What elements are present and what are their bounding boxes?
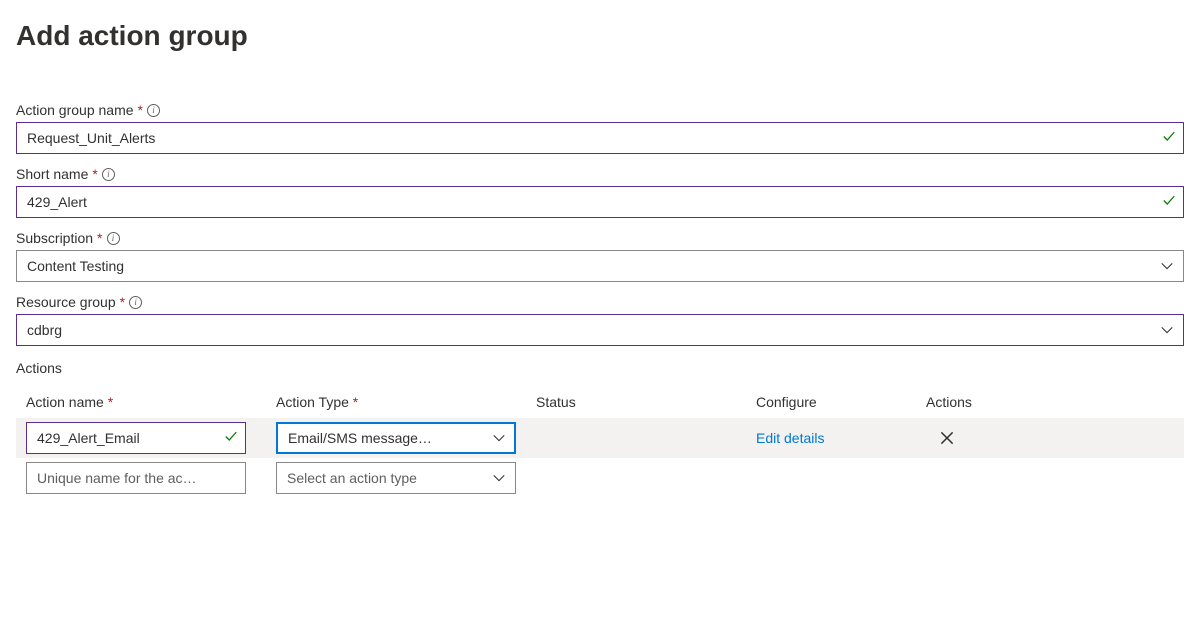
actions-section-label: Actions (16, 360, 1184, 376)
short-name-input[interactable] (16, 186, 1184, 218)
col-status: Status (536, 394, 756, 410)
info-icon[interactable]: i (107, 232, 120, 245)
required-star: * (120, 294, 125, 310)
resource-group-select[interactable] (16, 314, 1184, 346)
action-row-name-input[interactable] (26, 422, 246, 454)
edit-details-link[interactable]: Edit details (756, 430, 824, 446)
short-name-label: Short name * i (16, 166, 1184, 182)
required-star: * (97, 230, 102, 246)
field-label-text: Short name (16, 166, 88, 182)
action-row-type-select[interactable] (276, 422, 516, 454)
action-group-name-label: Action group name * i (16, 102, 1184, 118)
col-action-type: Action Type * (276, 394, 536, 410)
col-action-name: Action name * (26, 394, 276, 410)
action-row-type-select-new[interactable] (276, 462, 516, 494)
action-group-name-input[interactable] (16, 122, 1184, 154)
required-star: * (138, 102, 143, 118)
col-label-text: Action name (26, 394, 104, 410)
col-label-text: Action Type (276, 394, 349, 410)
info-icon[interactable]: i (102, 168, 115, 181)
field-label-text: Action group name (16, 102, 134, 118)
table-row: Edit details (16, 418, 1184, 458)
info-icon[interactable]: i (129, 296, 142, 309)
required-star: * (353, 394, 358, 410)
info-icon[interactable]: i (147, 104, 160, 117)
field-label-text: Resource group (16, 294, 116, 310)
required-star: * (92, 166, 97, 182)
col-configure: Configure (756, 394, 926, 410)
field-label-text: Subscription (16, 230, 93, 246)
actions-header-row: Action name * Action Type * Status Confi… (16, 386, 1184, 418)
action-row-name-input-new[interactable] (26, 462, 246, 494)
table-row (16, 458, 1184, 498)
delete-row-button[interactable] (938, 429, 956, 447)
col-actions: Actions (926, 394, 1046, 410)
actions-table: Action name * Action Type * Status Confi… (16, 386, 1184, 498)
required-star: * (108, 394, 113, 410)
subscription-label: Subscription * i (16, 230, 1184, 246)
resource-group-label: Resource group * i (16, 294, 1184, 310)
subscription-select[interactable] (16, 250, 1184, 282)
page-title: Add action group (16, 20, 1184, 52)
